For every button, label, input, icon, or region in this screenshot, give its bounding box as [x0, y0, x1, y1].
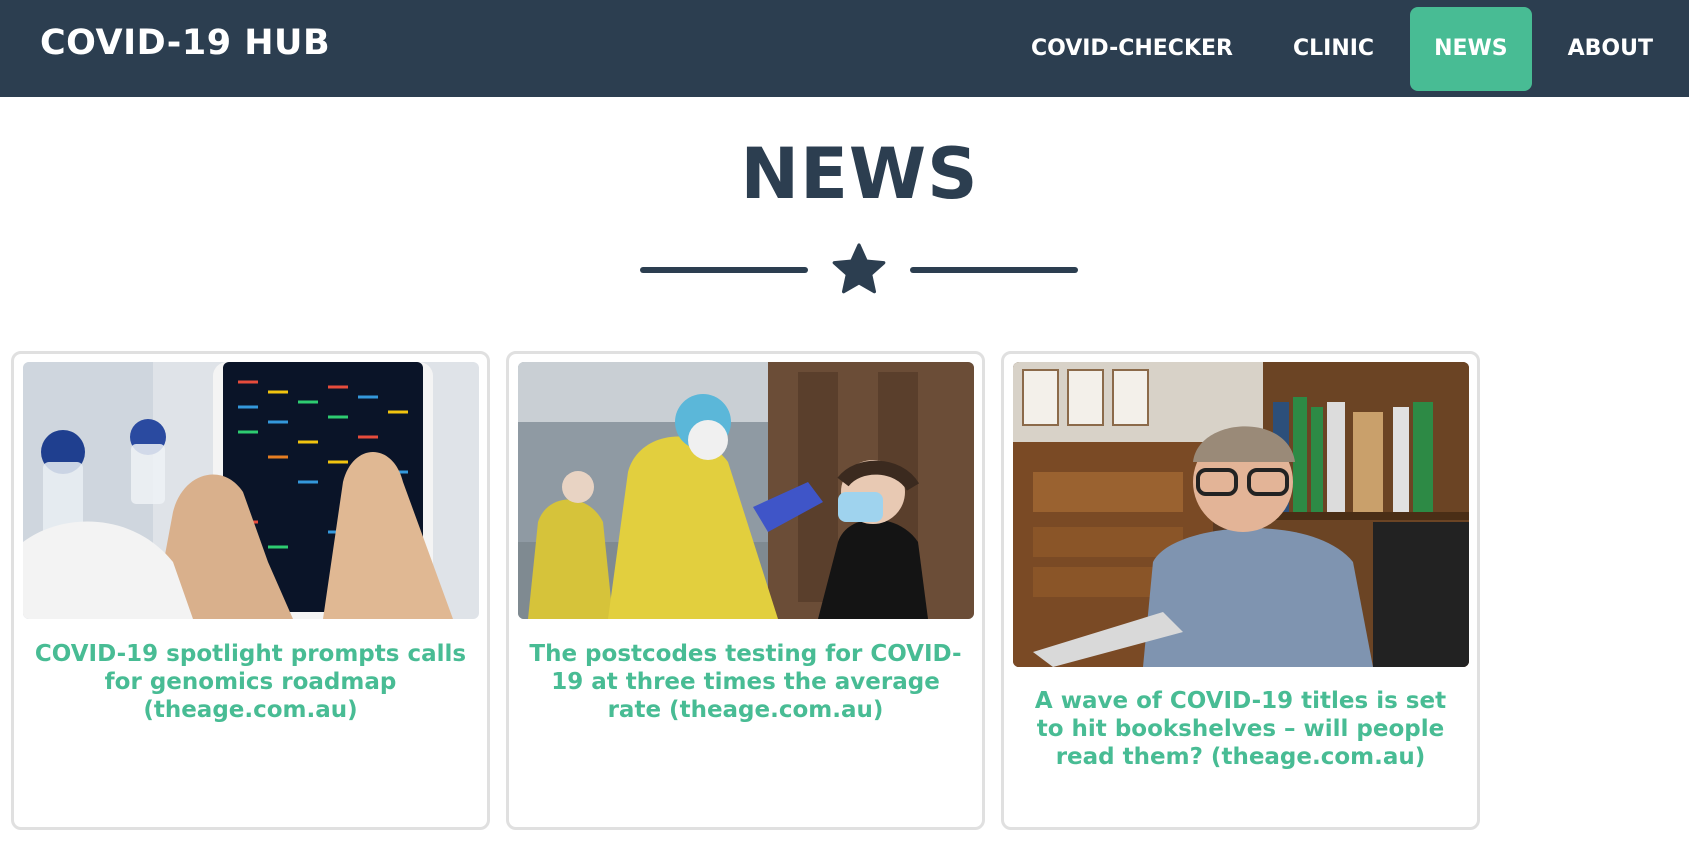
nav-links: COVID-CHECKER CLINIC NEWS ABOUT — [1007, 0, 1689, 97]
navbar: COVID-19 HUB COVID-CHECKER CLINIC NEWS A… — [0, 0, 1689, 97]
nav-link-news[interactable]: NEWS — [1410, 6, 1532, 91]
author-at-desk-photo[interactable] — [1013, 362, 1469, 667]
divider-line-left — [640, 267, 808, 273]
news-title-genomics[interactable]: COVID-19 spotlight prompts calls for gen… — [34, 640, 467, 724]
news-card-postcodes: The postcodes testing for COVID-19 at th… — [506, 351, 985, 830]
nav-link-clinic[interactable]: CLINIC — [1269, 7, 1398, 91]
brand-logo-link[interactable]: COVID-19 HUB — [40, 22, 330, 64]
news-title-bookshelves[interactable]: A wave of COVID-19 titles is set to hit … — [1024, 687, 1457, 771]
nav-link-about[interactable]: ABOUT — [1544, 7, 1677, 91]
divider-line-right — [910, 267, 1078, 273]
news-card-bookshelves: A wave of COVID-19 titles is set to hit … — [1001, 351, 1480, 830]
nav-link-covid-checker[interactable]: COVID-CHECKER — [1007, 7, 1257, 91]
genome-sequence-tablet-photo[interactable] — [23, 362, 479, 619]
news-card-genomics: COVID-19 spotlight prompts calls for gen… — [11, 351, 490, 830]
page-title: NEWS — [740, 133, 979, 215]
title-divider — [640, 240, 1078, 300]
star-icon — [829, 240, 889, 300]
news-title-postcodes[interactable]: The postcodes testing for COVID-19 at th… — [529, 640, 962, 724]
covid-swab-test-photo[interactable] — [518, 362, 974, 619]
